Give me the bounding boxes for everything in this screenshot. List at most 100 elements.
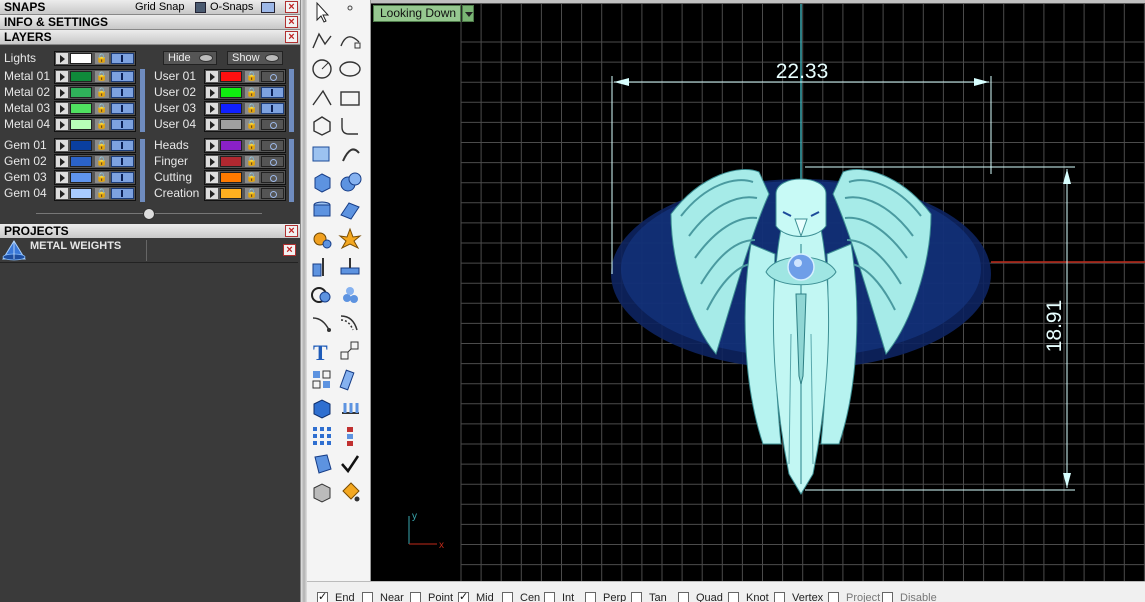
cylinder-icon[interactable] bbox=[309, 197, 335, 223]
layer-controls[interactable]: 🔒 bbox=[204, 101, 286, 116]
text-icon[interactable]: T bbox=[309, 338, 335, 365]
lock-icon[interactable]: 🔒 bbox=[245, 87, 259, 98]
layer-color-swatch[interactable] bbox=[70, 140, 92, 151]
osnap-checkbox[interactable] bbox=[458, 591, 469, 602]
project-item-metal-weights[interactable]: METAL WEIGHTS × bbox=[0, 238, 298, 263]
rectangle-icon[interactable] bbox=[337, 85, 363, 111]
layer-color-swatch[interactable] bbox=[220, 188, 242, 199]
layer-row[interactable]: Metal 02 🔒 bbox=[0, 85, 148, 100]
expand-arrow-icon[interactable] bbox=[56, 87, 68, 98]
cluster-icon[interactable] bbox=[337, 282, 363, 308]
expand-arrow-icon[interactable] bbox=[56, 119, 68, 130]
lock-icon[interactable]: 🔒 bbox=[245, 140, 259, 151]
expand-arrow-icon[interactable] bbox=[206, 156, 218, 167]
o-snaps-checkbox[interactable] bbox=[195, 2, 206, 13]
layer-controls[interactable]: 🔒 bbox=[204, 85, 286, 100]
lights-controls[interactable]: 🔒 bbox=[54, 51, 136, 66]
snaps-header[interactable]: SNAPS Grid Snap O-Snaps × bbox=[0, 0, 300, 15]
layer-color-swatch[interactable] bbox=[70, 103, 92, 114]
layers-header[interactable]: LAYERS × bbox=[0, 30, 300, 45]
pipe-icon[interactable] bbox=[337, 395, 363, 421]
burst-icon[interactable] bbox=[337, 226, 363, 252]
visibility-toggle[interactable] bbox=[261, 119, 284, 130]
lock-icon[interactable]: 🔒 bbox=[245, 188, 259, 199]
layer-row[interactable]: User 04 🔒 bbox=[150, 117, 298, 132]
curve-points-icon[interactable] bbox=[337, 28, 363, 54]
layer-row[interactable]: Heads 🔒 bbox=[150, 138, 298, 153]
visibility-toggle[interactable] bbox=[111, 140, 134, 151]
layer-color-swatch[interactable] bbox=[70, 87, 92, 98]
split-icon[interactable] bbox=[309, 254, 335, 280]
fillet-curve-icon[interactable] bbox=[337, 113, 363, 139]
osnap-checkbox[interactable] bbox=[678, 592, 689, 602]
lock-icon[interactable]: 🔒 bbox=[245, 119, 259, 130]
viewport-canvas[interactable]: 22.33 18.91 y x bbox=[371, 4, 1145, 581]
expand-arrow-icon[interactable] bbox=[206, 188, 218, 199]
surface-icon[interactable] bbox=[337, 197, 363, 223]
layer-controls[interactable]: 🔒 bbox=[54, 69, 136, 84]
expand-arrow-icon[interactable] bbox=[206, 87, 218, 98]
layer-color-swatch[interactable] bbox=[220, 87, 242, 98]
visibility-toggle[interactable] bbox=[111, 71, 134, 82]
layer-controls[interactable]: 🔒 bbox=[204, 154, 286, 169]
layer-row[interactable]: Gem 03 🔒 bbox=[0, 170, 148, 185]
polyline-icon[interactable] bbox=[309, 28, 335, 54]
osnap-point[interactable]: Point bbox=[410, 591, 458, 602]
osnap-checkbox[interactable] bbox=[828, 592, 839, 602]
osnap-checkbox[interactable] bbox=[631, 592, 642, 602]
layer-row[interactable]: Metal 03 🔒 bbox=[0, 101, 148, 116]
lock-icon[interactable]: 🔒 bbox=[245, 71, 259, 82]
osnap-vertex[interactable]: Vertex bbox=[774, 591, 823, 602]
expand-arrow-icon[interactable] bbox=[56, 140, 68, 151]
scroll-indicator[interactable] bbox=[289, 69, 294, 132]
layer-controls[interactable]: 🔒 bbox=[54, 101, 136, 116]
layer-color-swatch[interactable] bbox=[220, 103, 242, 114]
expand-arrow-icon[interactable] bbox=[206, 172, 218, 183]
lock-icon[interactable]: 🔒 bbox=[95, 87, 109, 98]
lock-icon[interactable]: 🔒 bbox=[95, 103, 109, 114]
offset-curve-icon[interactable] bbox=[337, 310, 363, 336]
select-arrow-icon[interactable] bbox=[309, 0, 335, 26]
expand-arrow-icon[interactable] bbox=[56, 156, 68, 167]
lock-icon[interactable]: 🔒 bbox=[95, 53, 109, 64]
visibility-toggle[interactable] bbox=[261, 172, 284, 183]
osnap-cen[interactable]: Cen bbox=[502, 591, 550, 602]
array-icon[interactable] bbox=[309, 367, 335, 393]
box-icon[interactable] bbox=[309, 169, 335, 195]
layer-color-swatch[interactable] bbox=[220, 156, 242, 167]
close-icon[interactable]: × bbox=[283, 244, 296, 256]
visibility-toggle[interactable] bbox=[261, 103, 284, 114]
gear-settings-icon[interactable] bbox=[309, 226, 335, 252]
grid-array-icon[interactable] bbox=[309, 423, 335, 449]
gem-icon[interactable] bbox=[309, 451, 335, 477]
osnap-checkbox[interactable] bbox=[585, 592, 596, 602]
sphere-icon[interactable] bbox=[337, 169, 363, 195]
scroll-indicator[interactable] bbox=[289, 139, 294, 202]
close-icon[interactable]: × bbox=[285, 16, 298, 28]
view-dropdown-button[interactable] bbox=[462, 5, 474, 22]
solid-box-icon[interactable] bbox=[309, 395, 335, 421]
point-icon[interactable] bbox=[337, 0, 363, 26]
expand-arrow-icon[interactable] bbox=[56, 103, 68, 114]
layer-row[interactable]: User 01 🔒 bbox=[150, 69, 298, 84]
osnap-tan[interactable]: Tan bbox=[631, 591, 679, 602]
visibility-toggle[interactable] bbox=[111, 53, 134, 64]
expand-arrow-icon[interactable] bbox=[56, 71, 68, 82]
layer-row[interactable]: Metal 04 🔒 bbox=[0, 117, 148, 132]
layer-color-swatch[interactable] bbox=[70, 156, 92, 167]
layer-controls[interactable]: 🔒 bbox=[54, 138, 136, 153]
osnap-end[interactable]: End bbox=[317, 591, 365, 602]
revolve-icon[interactable] bbox=[337, 141, 363, 167]
osnap-near[interactable]: Near bbox=[362, 591, 410, 602]
expand-arrow-icon[interactable] bbox=[56, 188, 68, 199]
view-name-label[interactable]: Looking Down bbox=[373, 5, 462, 22]
curve-tool-icon[interactable] bbox=[309, 310, 335, 336]
osnap-checkbox[interactable] bbox=[410, 592, 421, 602]
expand-arrow-icon[interactable] bbox=[206, 71, 218, 82]
grid-snap-label[interactable]: Grid Snap bbox=[135, 0, 185, 15]
ellipse-icon[interactable] bbox=[337, 56, 363, 82]
panel-splitter[interactable] bbox=[300, 0, 307, 602]
visibility-toggle[interactable] bbox=[111, 188, 134, 199]
layer-controls[interactable]: 🔒 bbox=[204, 69, 286, 84]
viewport-top[interactable]: 22.33 18.91 y x Looking Down bbox=[371, 3, 1145, 581]
